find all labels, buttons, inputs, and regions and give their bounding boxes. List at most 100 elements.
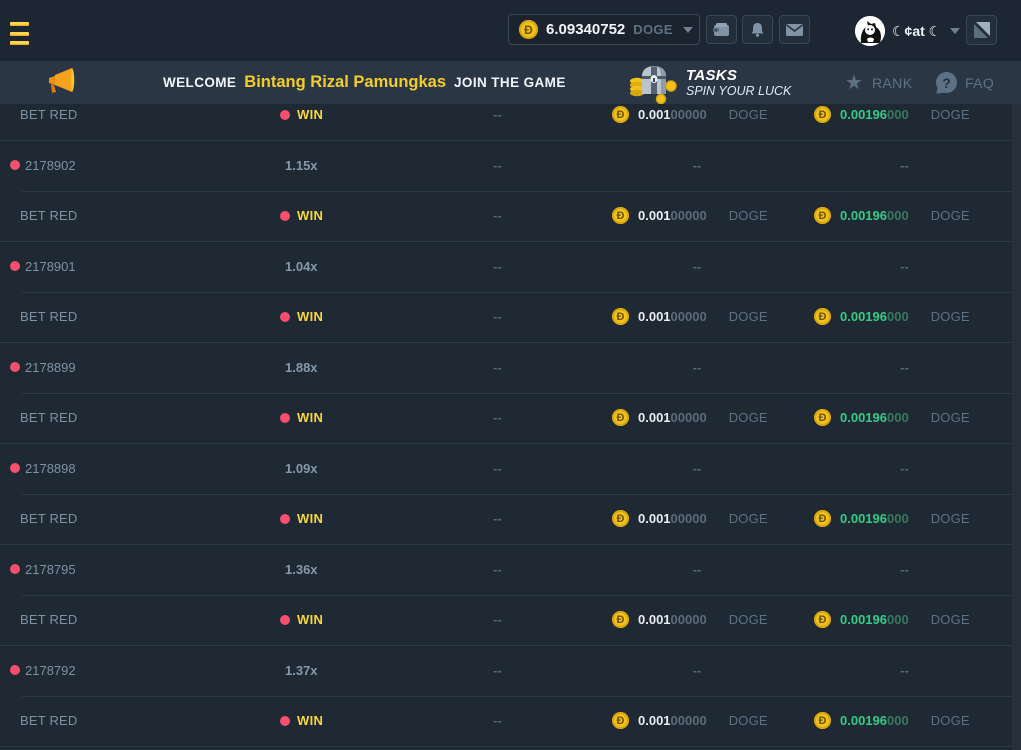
faq-label: FAQ xyxy=(965,75,994,91)
doge-coin-icon: Đ xyxy=(814,207,831,224)
doge-coin-icon: Đ xyxy=(814,409,831,426)
empty-value: -- xyxy=(693,562,702,577)
result-dot-icon xyxy=(280,716,290,726)
welcome-banner: WELCOME Bintang Rizal Pamungkas JOIN THE… xyxy=(0,61,1021,104)
faq-link[interactable]: ? FAQ xyxy=(936,61,994,104)
game-row[interactable]: 2178792 1.37x -- -- -- xyxy=(0,645,1012,696)
bet-row[interactable]: BET RED WIN -- Đ 0.00100000 DOGE Đ 0.001… xyxy=(0,104,1012,140)
chat-toggle-button[interactable] xyxy=(966,15,997,45)
game-row[interactable]: 2178898 1.09x -- -- -- xyxy=(0,443,1012,494)
currency-label: DOGE xyxy=(729,309,768,324)
empty-value: -- xyxy=(693,259,702,274)
result-dot-icon xyxy=(280,211,290,221)
empty-value: -- xyxy=(493,511,502,526)
doge-coin-icon: Đ xyxy=(519,20,538,39)
empty-value: -- xyxy=(493,562,502,577)
result-label: WIN xyxy=(297,107,323,122)
empty-value: -- xyxy=(493,208,502,223)
profit-amount: 0.00196000 xyxy=(840,612,909,627)
empty-value: -- xyxy=(493,713,502,728)
question-icon: ? xyxy=(936,72,957,93)
bet-amount: 0.00100000 xyxy=(638,511,707,526)
currency-label: DOGE xyxy=(931,208,970,223)
notifications-button[interactable] xyxy=(742,15,773,44)
profit-amount: 0.00196000 xyxy=(840,410,909,425)
bet-row[interactable]: BET RED WIN -- Đ 0.00100000 DOGE Đ 0.001… xyxy=(0,696,1012,747)
menu-icon[interactable] xyxy=(10,22,29,45)
profit-amount: 0.00196000 xyxy=(840,511,909,526)
empty-value: -- xyxy=(493,158,502,173)
bet-amount-main: 0.001 xyxy=(638,511,671,526)
profit-amount: 0.00196000 xyxy=(840,208,909,223)
profit-amount-zeros: 000 xyxy=(887,208,909,223)
profit-amount: 0.00196000 xyxy=(840,713,909,728)
bet-amount: 0.00100000 xyxy=(638,309,707,324)
result-label: WIN xyxy=(297,208,323,223)
rank-link[interactable]: ★ RANK xyxy=(845,61,912,104)
star-icon: ★ xyxy=(845,73,863,93)
bet-row[interactable]: BET RED WIN -- Đ 0.00100000 DOGE Đ 0.001… xyxy=(0,292,1012,343)
bet-amount-zeros: 00000 xyxy=(671,309,707,324)
empty-value: -- xyxy=(493,663,502,678)
wallet-icon xyxy=(713,23,730,37)
bet-row[interactable]: BET RED WIN -- Đ 0.00100000 DOGE Đ 0.001… xyxy=(0,191,1012,242)
game-dot-icon xyxy=(10,463,20,473)
bet-amount: 0.00100000 xyxy=(638,612,707,627)
currency-label: DOGE xyxy=(729,612,768,627)
tasks-link[interactable]: TASKS SPIN YOUR LUCK xyxy=(628,61,791,104)
wallet-button[interactable] xyxy=(706,15,737,44)
profit-amount-main: 0.00196 xyxy=(840,410,887,425)
currency-label: DOGE xyxy=(729,511,768,526)
currency-label: DOGE xyxy=(729,107,768,122)
doge-coin-icon: Đ xyxy=(814,308,831,325)
game-row[interactable]: 2178899 1.88x -- -- -- xyxy=(0,342,1012,393)
currency-label: DOGE xyxy=(931,511,970,526)
chevron-down-icon xyxy=(683,27,693,33)
result-label: WIN xyxy=(297,612,323,627)
balance-currency: DOGE xyxy=(633,22,672,37)
currency-label: DOGE xyxy=(931,612,970,627)
game-dot-icon xyxy=(10,261,20,271)
messages-button[interactable] xyxy=(779,15,810,44)
game-row[interactable]: 2178901 1.04x -- -- -- xyxy=(0,241,1012,292)
result-label: WIN xyxy=(297,410,323,425)
treasure-chest-icon xyxy=(628,62,678,109)
bet-amount: 0.00100000 xyxy=(638,713,707,728)
avatar xyxy=(855,16,885,46)
scrollbar-track[interactable] xyxy=(1012,104,1021,750)
game-row[interactable]: 2178902 1.15x -- -- -- xyxy=(0,140,1012,191)
bet-row[interactable]: BET RED WIN -- Đ 0.00100000 DOGE Đ 0.001… xyxy=(0,595,1012,646)
tasks-title: TASKS xyxy=(686,67,791,84)
profit-amount-main: 0.00196 xyxy=(840,309,887,324)
bet-amount-main: 0.001 xyxy=(638,612,671,627)
profit-amount-main: 0.00196 xyxy=(840,208,887,223)
multiplier-value: 1.36x xyxy=(285,562,318,577)
profit-amount-zeros: 000 xyxy=(887,107,909,122)
multiplier-value: 1.09x xyxy=(285,461,318,476)
balance-selector[interactable]: Đ 6.09340752 DOGE xyxy=(508,14,700,45)
bet-row[interactable]: BET RED WIN -- Đ 0.00100000 DOGE Đ 0.001… xyxy=(0,494,1012,545)
result-label: WIN xyxy=(297,511,323,526)
game-row[interactable]: 2178795 1.36x -- -- -- xyxy=(0,544,1012,595)
empty-value: -- xyxy=(693,461,702,476)
empty-value: -- xyxy=(900,259,909,274)
currency-label: DOGE xyxy=(931,713,970,728)
empty-value: -- xyxy=(693,158,702,173)
game-dot-icon xyxy=(10,665,20,675)
bet-type-label: BET RED xyxy=(20,713,78,728)
bet-type-label: BET RED xyxy=(20,410,78,425)
doge-coin-icon: Đ xyxy=(612,308,629,325)
bet-amount-zeros: 00000 xyxy=(671,208,707,223)
bet-amount: 0.00100000 xyxy=(638,410,707,425)
multiplier-value: 1.15x xyxy=(285,158,318,173)
doge-coin-icon: Đ xyxy=(814,510,831,527)
bet-row[interactable]: BET RED WIN -- Đ 0.00100000 DOGE Đ 0.001… xyxy=(0,393,1012,444)
game-id: 2178902 xyxy=(25,158,76,173)
result-dot-icon xyxy=(280,514,290,524)
user-menu[interactable]: ☾¢at ☾ xyxy=(855,16,960,46)
doge-coin-icon: Đ xyxy=(814,611,831,628)
bet-amount-zeros: 00000 xyxy=(671,511,707,526)
app-root: Đ 6.09340752 DOGE ☾¢at ☾ xyxy=(0,0,1021,750)
game-id: 2178901 xyxy=(25,259,76,274)
bet-type-label: BET RED xyxy=(20,511,78,526)
